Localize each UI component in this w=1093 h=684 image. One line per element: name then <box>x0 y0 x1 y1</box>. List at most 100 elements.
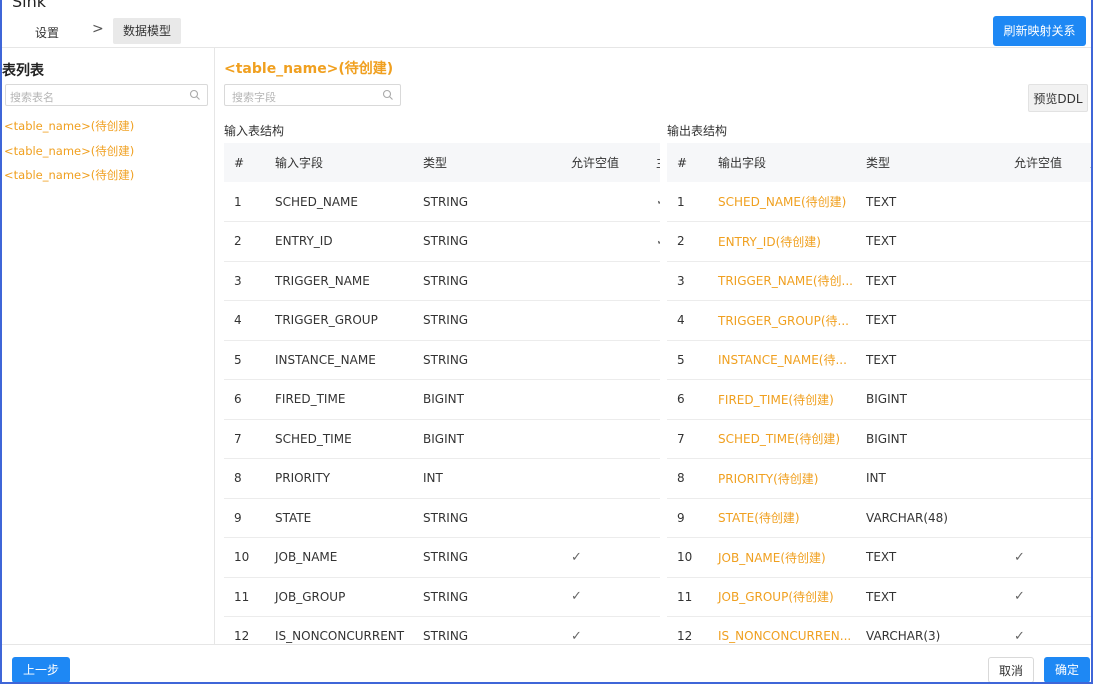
table-row[interactable]: 1SCHED_NAMESTRING ✓ <box>224 182 660 222</box>
nullable-check: ✓ <box>561 616 646 644</box>
preview-ddl-button[interactable]: 预览DDL <box>1028 84 1088 112</box>
primary-key-check <box>1080 419 1091 459</box>
field-type: INT <box>413 458 561 499</box>
row-index: 6 <box>667 379 708 420</box>
nullable-check <box>1004 182 1080 222</box>
table-row[interactable]: 10 JOB_NAME(待创建) TEXT ✓ <box>667 537 1091 578</box>
field-name: IS_NONCONCURRENT <box>265 616 413 644</box>
primary-key-check <box>1080 616 1091 644</box>
field-name: JOB_GROUP <box>265 577 413 617</box>
row-index: 6 <box>224 379 265 420</box>
refresh-mapping-button[interactable]: 刷新映射关系 <box>993 16 1086 46</box>
row-index: 11 <box>667 577 708 617</box>
search-icon[interactable] <box>189 89 201 101</box>
table-row[interactable]: 6 FIRED_TIME(待创建) BIGINT <box>667 379 1091 420</box>
field-name: SCHED_NAME <box>265 182 413 222</box>
nullable-check <box>561 261 646 301</box>
table-row[interactable]: 3 TRIGGER_NAME(待创... TEXT <box>667 261 1091 301</box>
field-type: TEXT <box>856 577 1004 617</box>
search-icon[interactable] <box>382 89 394 101</box>
table-row[interactable]: 4 TRIGGER_GROUP(待... TEXT <box>667 300 1091 341</box>
table-row[interactable]: 9 STATE(待创建) VARCHAR(48) <box>667 498 1091 538</box>
table-header-row: # 输出字段 类型 允许空值 主键 <box>667 143 1091 182</box>
table-row[interactable]: 11 JOB_GROUP(待创建) TEXT ✓ <box>667 577 1091 617</box>
sidebar-item-table[interactable]: <table_name>(待创建) <box>4 118 134 134</box>
cancel-button[interactable]: 取消 <box>988 657 1034 682</box>
table-row[interactable]: 8 PRIORITY(待创建) INT <box>667 458 1091 499</box>
table-row[interactable]: 1SCHED_NAME(待创建)TEXT ✓ <box>667 182 1091 222</box>
nullable-check <box>561 458 646 499</box>
row-index: 5 <box>224 340 265 380</box>
field-type: TEXT <box>856 340 1004 380</box>
primary-key-check <box>1080 340 1091 380</box>
selected-table-title: <table_name>(待创建) <box>224 61 394 77</box>
field-name: INSTANCE_NAME <box>265 340 413 380</box>
table-row[interactable]: 5 INSTANCE_NAME STRING <box>224 340 660 380</box>
nullable-check <box>561 221 646 262</box>
primary-key-check: ✓ <box>646 182 660 222</box>
nullable-check <box>1004 458 1080 499</box>
field-name: INSTANCE_NAME(待... <box>708 340 856 380</box>
dialog-frame: Sink 设置 > 数据模型 刷新映射关系 表列表 搜索表名 <table_na… <box>0 0 1093 684</box>
table-row[interactable]: 4 TRIGGER_GROUP STRING <box>224 300 660 341</box>
table-search-input[interactable]: 搜索表名 <box>5 84 208 106</box>
field-name: PRIORITY(待创建) <box>708 458 856 499</box>
table-row[interactable]: 10 JOB_NAME STRING ✓ <box>224 537 660 578</box>
previous-step-button[interactable]: 上一步 <box>12 657 70 682</box>
nullable-check <box>1004 261 1080 301</box>
row-index: 8 <box>224 458 265 499</box>
breadcrumb-step-data-model[interactable]: 数据模型 <box>113 18 181 44</box>
row-index: 9 <box>224 498 265 538</box>
field-name: ENTRY_ID <box>265 221 413 262</box>
nullable-check: ✓ <box>1004 537 1080 578</box>
field-name: SCHED_TIME(待创建) <box>708 419 856 459</box>
primary-key-check <box>1080 537 1091 578</box>
nullable-check: ✓ <box>1004 616 1080 644</box>
sidebar-item-table[interactable]: <table_name>(待创建) <box>4 143 134 159</box>
table-row[interactable]: 6 FIRED_TIME BIGINT <box>224 379 660 420</box>
breadcrumb-step-settings[interactable]: 设置 <box>35 24 59 41</box>
row-index: 12 <box>667 616 708 644</box>
field-type: STRING <box>413 577 561 617</box>
field-search-input[interactable]: 搜索字段 <box>224 84 401 106</box>
chevron-right-icon: > <box>92 21 104 37</box>
footer-bar: 上一步 取消 确定 <box>2 644 1091 682</box>
table-row[interactable]: 7 SCHED_TIME BIGINT <box>224 419 660 459</box>
nullable-check <box>1004 340 1080 380</box>
field-type: BIGINT <box>856 379 1004 420</box>
field-type: STRING <box>413 616 561 644</box>
nullable-check <box>561 419 646 459</box>
top-bar: 设置 > 数据模型 刷新映射关系 <box>2 14 1091 48</box>
table-row[interactable]: 9 STATE STRING <box>224 498 660 538</box>
table-row[interactable]: 12 IS_NONCONCURREN... VARCHAR(3) ✓ <box>667 616 1091 644</box>
table-header-row: # 输入字段 类型 允许空值 主键 <box>224 143 660 182</box>
column-header: # <box>667 143 708 182</box>
row-index: 1 <box>224 182 265 222</box>
field-type: STRING <box>413 261 561 301</box>
field-name: SCHED_TIME <box>265 419 413 459</box>
row-index: 4 <box>667 300 708 341</box>
row-index: 3 <box>224 261 265 301</box>
field-type: VARCHAR(48) <box>856 498 1004 538</box>
row-index: 2 <box>224 221 265 262</box>
column-header: 允许空值 <box>1004 143 1080 182</box>
field-type: STRING <box>413 300 561 341</box>
field-type: TEXT <box>856 300 1004 341</box>
table-row[interactable]: 2ENTRY_ID(待创建)TEXT ✓ <box>667 221 1091 262</box>
table-row[interactable]: 2ENTRY_IDSTRING ✓ <box>224 221 660 262</box>
row-index: 2 <box>667 221 708 262</box>
field-name: JOB_GROUP(待创建) <box>708 577 856 617</box>
table-row[interactable]: 11 JOB_GROUP STRING ✓ <box>224 577 660 617</box>
primary-key-check <box>1080 577 1091 617</box>
primary-key-check <box>646 537 660 578</box>
field-type: TEXT <box>856 261 1004 301</box>
column-header: 输出字段 <box>708 143 856 182</box>
table-row[interactable]: 3 TRIGGER_NAME STRING <box>224 261 660 301</box>
table-row[interactable]: 7 SCHED_TIME(待创建) BIGINT <box>667 419 1091 459</box>
table-row[interactable]: 5 INSTANCE_NAME(待... TEXT <box>667 340 1091 380</box>
table-row[interactable]: 8 PRIORITY INT <box>224 458 660 499</box>
confirm-button[interactable]: 确定 <box>1044 657 1090 682</box>
table-row[interactable]: 12 IS_NONCONCURRENT STRING ✓ <box>224 616 660 644</box>
nullable-check <box>1004 379 1080 420</box>
sidebar-item-table[interactable]: <table_name>(待创建) <box>4 167 134 183</box>
